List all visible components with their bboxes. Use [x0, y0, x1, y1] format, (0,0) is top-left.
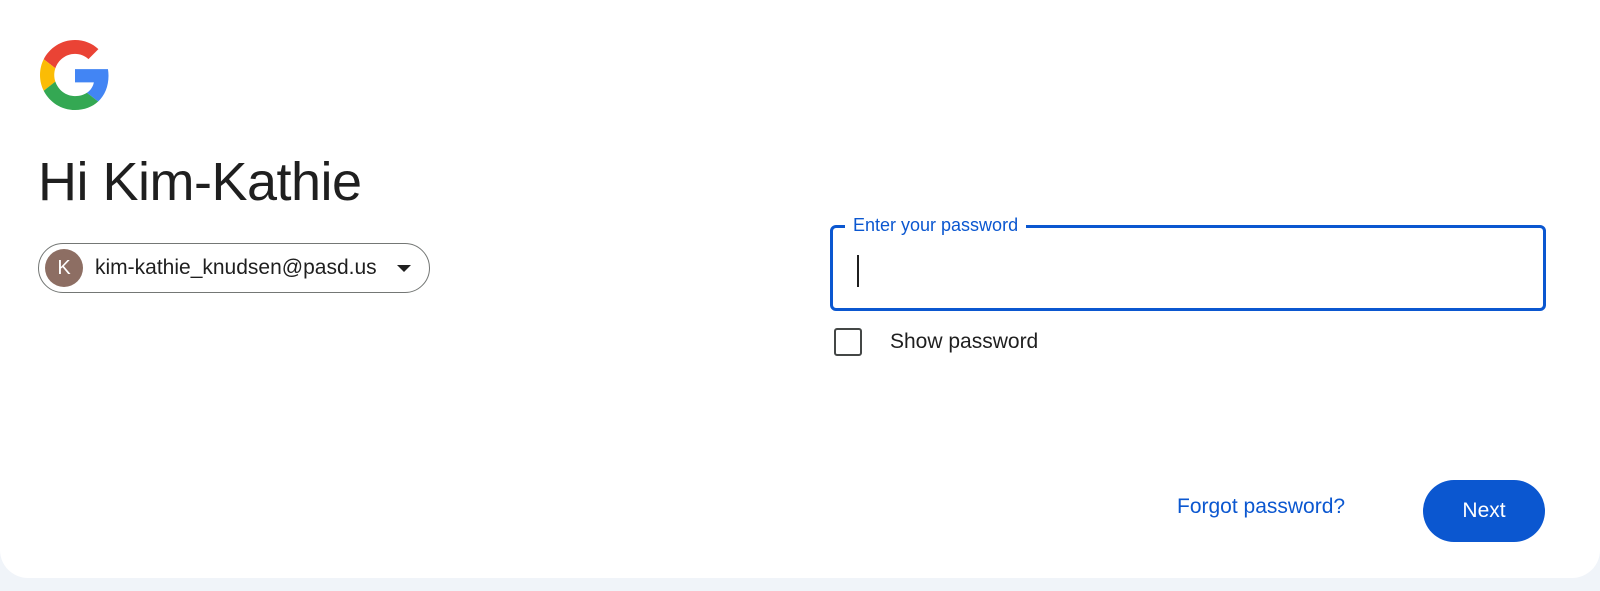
account-email: kim-kathie_knudsen@pasd.us — [95, 256, 377, 279]
page-title: Hi Kim-Kathie — [38, 152, 362, 212]
account-chooser[interactable]: K kim-kathie_knudsen@pasd.us — [38, 243, 430, 293]
next-button[interactable]: Next — [1423, 480, 1545, 542]
avatar: K — [45, 249, 83, 287]
password-field-label: Enter your password — [845, 214, 1027, 236]
forgot-password-link[interactable]: Forgot password? — [1177, 495, 1345, 519]
signin-card: Hi Kim-Kathie K kim-kathie_knudsen@pasd.… — [0, 0, 1600, 578]
google-logo-icon — [40, 40, 110, 110]
text-cursor — [857, 255, 859, 287]
show-password-label[interactable]: Show password — [890, 330, 1038, 354]
show-password-checkbox[interactable] — [834, 328, 862, 356]
password-input[interactable] — [853, 252, 1523, 286]
show-password-row[interactable]: Show password — [834, 328, 1038, 356]
password-field: Enter your password — [830, 214, 1546, 311]
chevron-down-icon — [396, 264, 411, 272]
